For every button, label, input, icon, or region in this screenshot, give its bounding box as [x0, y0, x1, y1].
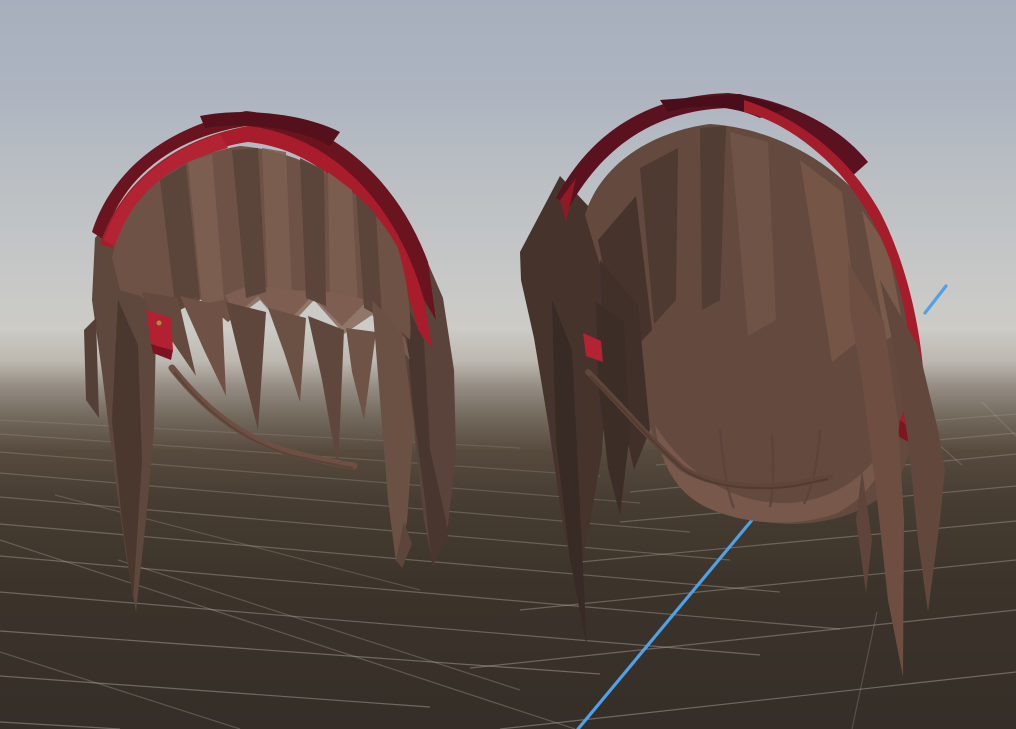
scene-svg [0, 0, 1016, 729]
viewport-3d[interactable] [0, 0, 1016, 729]
clip-fleck [157, 321, 162, 326]
